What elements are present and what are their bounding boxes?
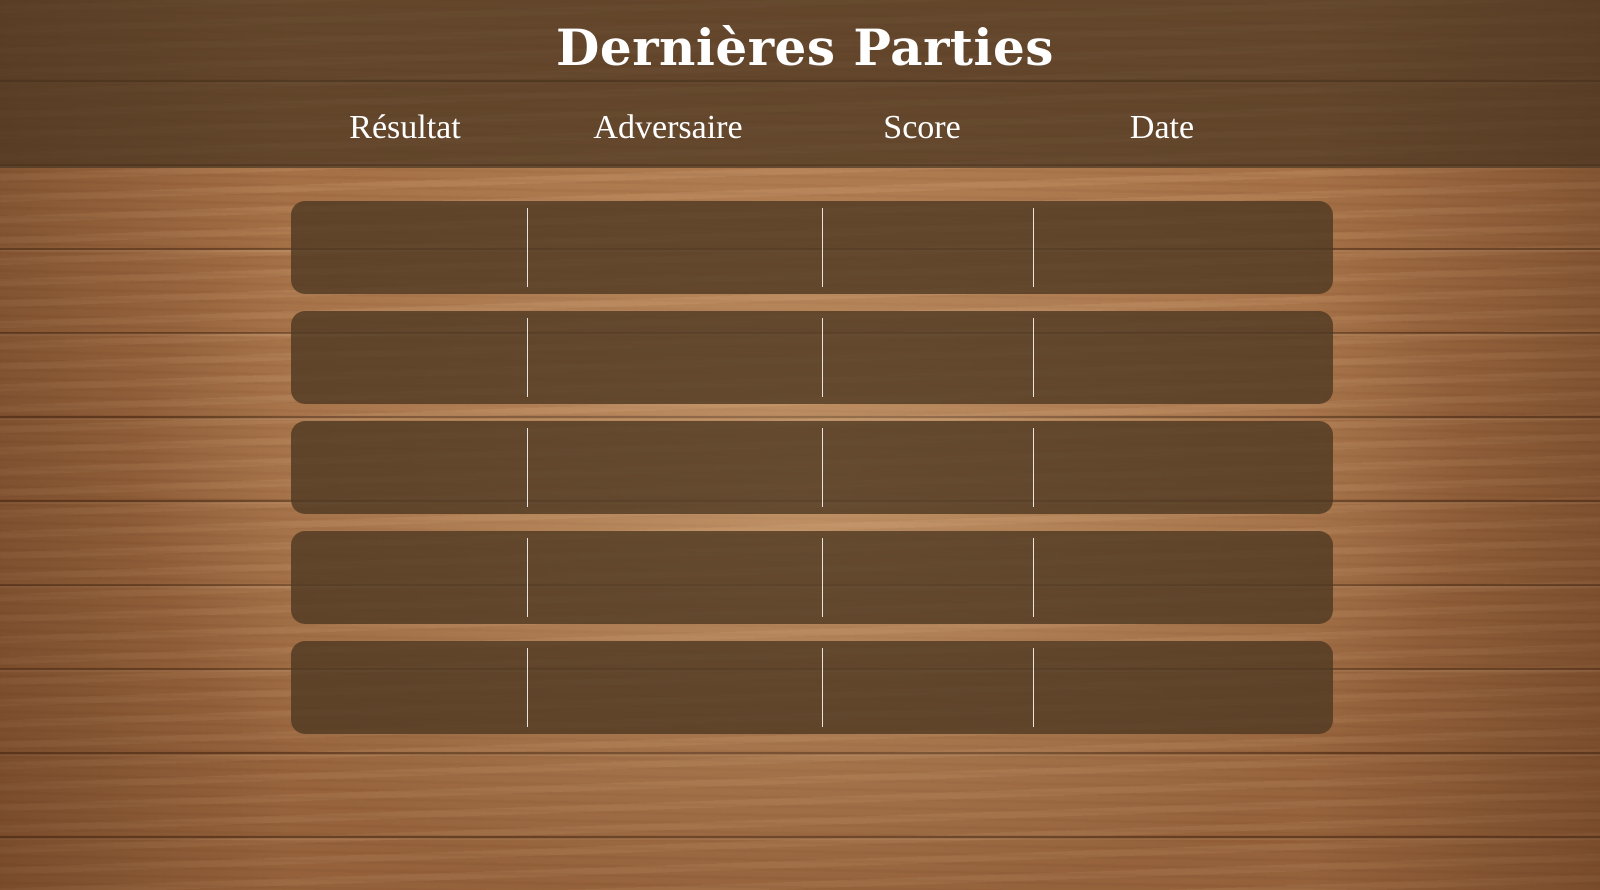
date-cell [1034, 201, 1333, 294]
result-cell [291, 311, 527, 404]
result-cell [291, 641, 527, 734]
column-header-date: Date [1129, 109, 1195, 146]
opponent-cell [528, 531, 822, 624]
column-header-opponent: Adversaire [593, 109, 743, 146]
date-cell [1034, 641, 1333, 734]
opponent-cell [528, 641, 822, 734]
page-title: Dernières Parties [556, 18, 1054, 77]
score-cell [823, 201, 1033, 294]
score-cell [823, 641, 1033, 734]
game-row[interactable] [291, 311, 1333, 404]
opponent-cell [528, 201, 822, 294]
date-cell [1034, 311, 1333, 404]
game-row[interactable] [291, 201, 1333, 294]
game-row[interactable] [291, 421, 1333, 514]
column-header-result: Résultat [349, 109, 461, 146]
opponent-cell [528, 311, 822, 404]
score-cell [823, 421, 1033, 514]
game-row[interactable] [291, 641, 1333, 734]
date-cell [1034, 531, 1333, 624]
opponent-cell [528, 421, 822, 514]
result-cell [291, 531, 527, 624]
game-row[interactable] [291, 531, 1333, 624]
date-cell [1034, 421, 1333, 514]
result-cell [291, 201, 527, 294]
column-header-score: Score [883, 109, 961, 146]
result-cell [291, 421, 527, 514]
recent-games-table [291, 201, 1333, 751]
score-cell [823, 531, 1033, 624]
score-cell [823, 311, 1033, 404]
